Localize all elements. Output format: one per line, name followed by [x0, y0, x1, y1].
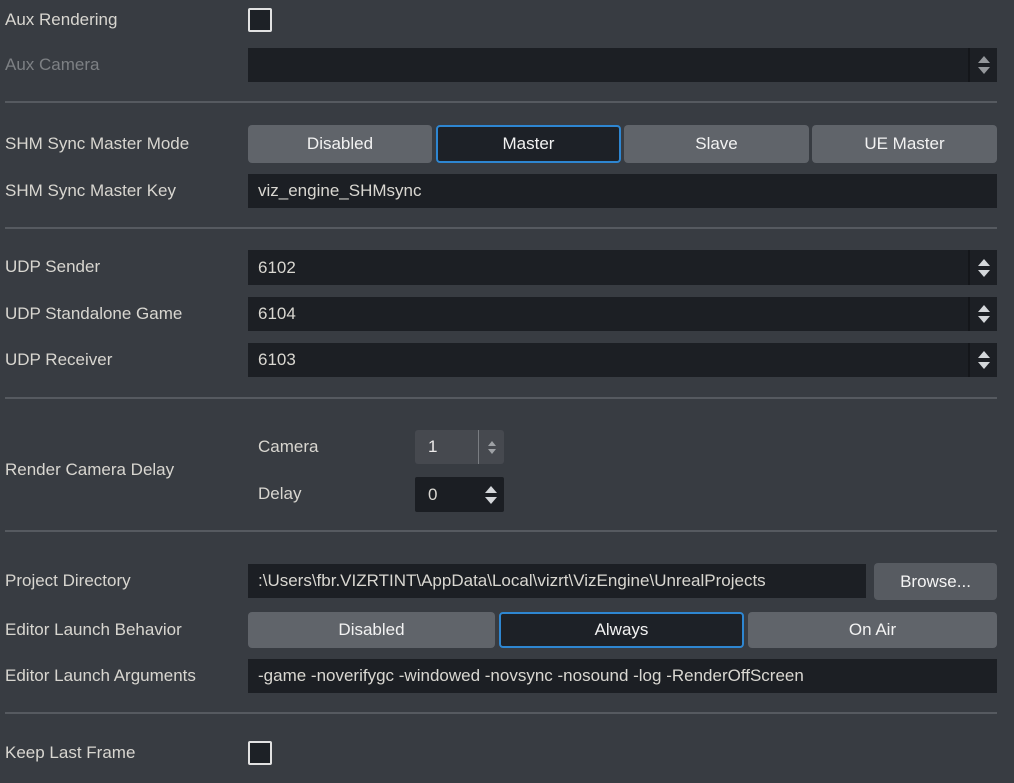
separator [5, 101, 997, 103]
shm-mode-option-slave[interactable]: Slave [624, 125, 809, 163]
udp-sender-label: UDP Sender [5, 256, 100, 278]
shm-sync-master-key-input[interactable]: viz_engine_SHMsync [248, 174, 997, 208]
udp-receiver-value: 6103 [248, 350, 296, 370]
keep-last-frame-checkbox[interactable] [248, 741, 272, 765]
separator [5, 397, 997, 399]
delay-label: Delay [258, 483, 301, 505]
spinner-up-icon[interactable] [978, 305, 990, 312]
delay-spinner[interactable] [477, 477, 504, 512]
browse-button[interactable]: Browse... [874, 563, 997, 600]
project-directory-label: Project Directory [5, 570, 131, 592]
spinner-down-icon[interactable] [485, 497, 497, 504]
shm-sync-master-key-label: SHM Sync Master Key [5, 180, 176, 202]
separator [5, 227, 997, 229]
udp-sender-spinner[interactable] [968, 250, 997, 285]
delay-value: 0 [415, 485, 437, 505]
separator [5, 530, 997, 532]
aux-rendering-checkbox[interactable] [248, 8, 272, 32]
spinner-up-icon[interactable] [485, 486, 497, 493]
keep-last-frame-label: Keep Last Frame [5, 742, 135, 764]
editor-launch-option-on-air[interactable]: On Air [748, 612, 997, 648]
camera-value: 1 [415, 437, 437, 457]
udp-standalone-game-spinner[interactable] [968, 297, 997, 331]
editor-launch-behavior-label: Editor Launch Behavior [5, 619, 182, 641]
editor-launch-option-disabled[interactable]: Disabled [248, 612, 495, 648]
shm-sync-master-key-value: viz_engine_SHMsync [248, 181, 421, 201]
udp-sender-input[interactable]: 6102 [248, 250, 997, 285]
aux-camera-select[interactable] [248, 48, 997, 82]
udp-standalone-game-value: 6104 [248, 304, 296, 324]
render-camera-delay-label: Render Camera Delay [5, 459, 174, 481]
spinner-down-icon[interactable] [978, 362, 990, 369]
spinner-up-icon[interactable] [488, 441, 496, 446]
shm-mode-option-ue-master[interactable]: UE Master [812, 125, 997, 163]
udp-standalone-game-input[interactable]: 6104 [248, 297, 997, 331]
editor-launch-arguments-label: Editor Launch Arguments [5, 665, 196, 687]
project-directory-value: :\Users\fbr.VIZRTINT\AppData\Local\vizrt… [248, 571, 766, 591]
aux-camera-label: Aux Camera [5, 54, 99, 76]
spinner-down-icon[interactable] [978, 316, 990, 323]
aux-rendering-label: Aux Rendering [5, 9, 117, 31]
spinner-up-icon[interactable] [978, 56, 990, 63]
camera-spinner[interactable] [478, 430, 504, 464]
spinner-up-icon[interactable] [978, 351, 990, 358]
spinner-down-icon[interactable] [978, 270, 990, 277]
udp-receiver-label: UDP Receiver [5, 349, 112, 371]
camera-stepper[interactable]: 1 [415, 430, 504, 464]
udp-receiver-spinner[interactable] [968, 343, 997, 377]
spinner-up-icon[interactable] [978, 259, 990, 266]
udp-sender-value: 6102 [248, 258, 296, 278]
udp-standalone-game-label: UDP Standalone Game [5, 303, 182, 325]
shm-mode-option-disabled[interactable]: Disabled [248, 125, 432, 163]
editor-launch-option-always[interactable]: Always [499, 612, 744, 648]
udp-receiver-input[interactable]: 6103 [248, 343, 997, 377]
spinner-down-icon[interactable] [978, 67, 990, 74]
delay-stepper[interactable]: 0 [415, 477, 504, 512]
editor-launch-arguments-value: -game -noverifygc -windowed -novsync -no… [248, 666, 804, 686]
project-directory-input[interactable]: :\Users\fbr.VIZRTINT\AppData\Local\vizrt… [248, 564, 866, 598]
editor-launch-arguments-input[interactable]: -game -noverifygc -windowed -novsync -no… [248, 659, 997, 693]
camera-label: Camera [258, 436, 318, 458]
spinner-down-icon[interactable] [488, 449, 496, 454]
aux-camera-spinner[interactable] [968, 48, 997, 82]
shm-mode-option-master[interactable]: Master [436, 125, 621, 163]
shm-sync-master-mode-label: SHM Sync Master Mode [5, 133, 189, 155]
separator [5, 712, 997, 714]
